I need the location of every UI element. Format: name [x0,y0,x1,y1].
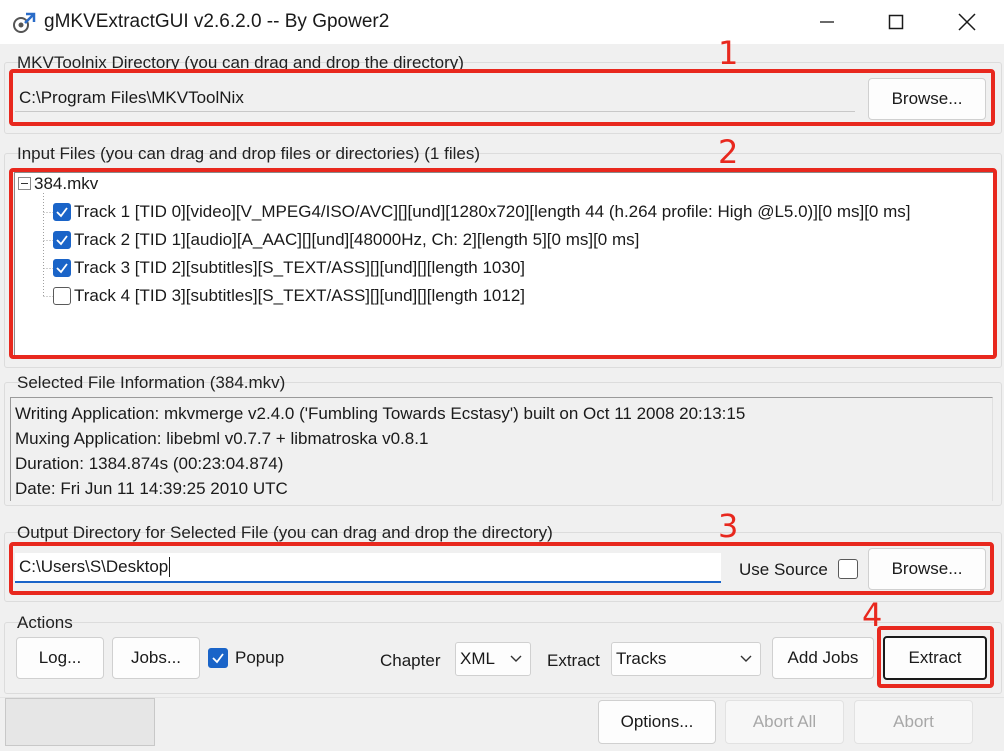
jobs-button[interactable]: Jobs... [112,637,200,679]
options-button[interactable]: Options... [598,700,716,744]
chapter-label: Chapter [380,651,441,670]
actions-label: Actions [17,613,73,632]
add-jobs-button[interactable]: Add Jobs [772,637,874,679]
chevron-down-icon [740,655,752,662]
window-title: gMKVExtractGUI v2.6.2.0 -- By Gpower2 [44,11,390,32]
file-info-box[interactable]: Writing Application: mkvmerge v2.4.0 ('F… [10,397,993,501]
date: Date: Fri Jun 11 14:39:25 2010 UTC [15,479,288,498]
log-button[interactable]: Log... [16,637,104,679]
writing-application: Writing Application: mkvmerge v2.4.0 ('F… [15,404,746,423]
status-panel [5,698,155,746]
maximize-button[interactable] [867,0,925,44]
minimize-button[interactable] [798,0,856,44]
chevron-down-icon [510,655,522,662]
chapter-select-value: XML [460,649,495,668]
checkmark-icon [212,653,224,664]
annotation-number-3: 3 [718,507,739,545]
abort-all-button[interactable]: Abort All [725,700,844,744]
duration: Duration: 1384.874s (00:23:04.874) [15,454,284,473]
close-icon [958,13,976,31]
extract-type-label: Extract [547,651,600,670]
extract-type-value: Tracks [616,649,667,668]
annotation-box-3 [9,542,994,595]
muxing-application: Muxing Application: libebml v0.7.7 + lib… [15,429,429,448]
extract-type-select[interactable]: Tracks [611,642,761,676]
popup-label: Popup [235,648,285,667]
output-label: Output Directory for Selected File (you … [17,523,553,542]
chapter-select[interactable]: XML [455,642,531,676]
annotation-number-2: 2 [718,133,739,171]
minimize-icon [820,21,834,23]
annotation-box-4 [877,626,994,688]
close-button[interactable] [938,0,996,44]
popup-checkbox[interactable] [208,648,228,668]
app-icon [12,10,36,34]
abort-button[interactable]: Abort [854,700,973,744]
maximize-icon [888,14,904,30]
annotation-box-1 [9,69,995,126]
annotation-number-4: 4 [862,596,883,634]
annotation-number-1: 1 [718,34,739,72]
annotation-box-2 [9,168,997,359]
input-files-label: Input Files (you can drag and drop files… [17,144,480,163]
file-info-label: Selected File Information (384.mkv) [17,373,286,392]
